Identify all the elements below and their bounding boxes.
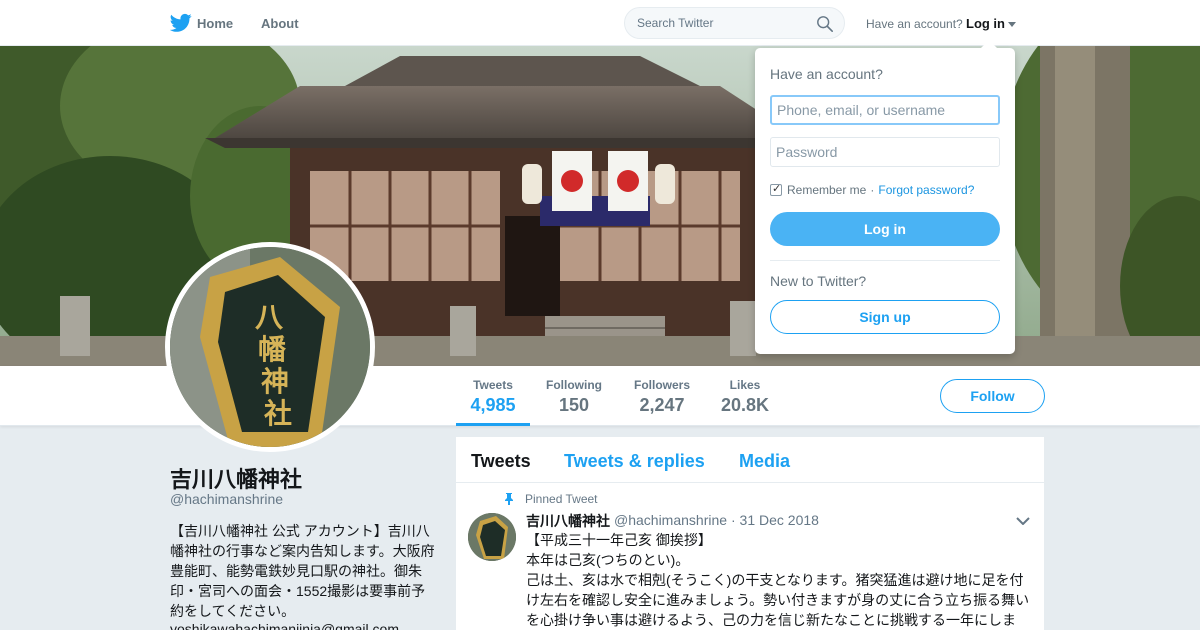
caret-down-icon (1008, 22, 1016, 28)
new-to-twitter-label: New to Twitter? (770, 273, 867, 289)
remember-me-checkbox[interactable] (770, 182, 782, 196)
password-field[interactable] (770, 137, 1000, 167)
profile-email: yoshikawahachimanjinja@gmail.com (170, 621, 399, 630)
stat-tweets-label: Tweets (473, 378, 513, 392)
svg-text:神: 神 (261, 365, 289, 398)
active-tab-underline (456, 423, 530, 426)
tab-tweets[interactable]: Tweets (471, 451, 531, 472)
top-nav: Home About Search Twitter Have an accoun… (0, 0, 1200, 46)
chevron-down-icon[interactable] (1016, 517, 1030, 525)
tweet-line: 【平成三十一年己亥 御挨拶】 (526, 532, 712, 548)
stat-likes[interactable]: Likes 20.8K (720, 378, 770, 416)
login-dropdown-toggle[interactable]: Log in (966, 16, 1016, 31)
remember-row: Remember me · Forgot password? (770, 182, 974, 197)
stat-likes-label: Likes (729, 378, 761, 392)
dropdown-title: Have an account? (770, 66, 883, 82)
stat-followers[interactable]: Followers 2,247 (633, 378, 691, 416)
tweet-author-name[interactable]: 吉川八幡神社 (526, 511, 610, 531)
timeline-tabs: Tweets Tweets & replies Media (456, 437, 1044, 483)
search-input[interactable]: Search Twitter (624, 7, 845, 39)
tweet-line: 己は土、亥は水で相剋(そうこく)の干支となります。猪突猛進は避け地に足を付け左右… (526, 572, 1030, 628)
svg-text:社: 社 (264, 397, 292, 430)
search-placeholder: Search Twitter (637, 16, 714, 30)
separator-dot: · (870, 183, 875, 197)
stat-followers-value: 2,247 (639, 395, 685, 415)
follow-button[interactable]: Follow (940, 379, 1045, 413)
username-field[interactable] (770, 95, 1000, 125)
have-account-label: Have an account? (866, 17, 963, 31)
profile-handle[interactable]: @hachimanshrine (170, 491, 283, 507)
profile-avatar[interactable]: 八 幡 神 社 (165, 242, 375, 452)
tweet-author-handle[interactable]: @hachimanshrine (614, 512, 727, 528)
svg-text:八: 八 (255, 301, 284, 334)
tweet-text: 【平成三十一年己亥 御挨拶】 本年は己亥(つちのとい)。 己は土、亥は水で相剋(… (526, 530, 1034, 630)
stat-following-value: 150 (558, 395, 590, 415)
timeline: Tweets Tweets & replies Media Pinned Twe… (456, 437, 1044, 630)
signup-button[interactable]: Sign up (770, 300, 1000, 334)
profile-name[interactable]: 吉川八幡神社 (170, 462, 302, 494)
search-icon[interactable] (816, 15, 834, 33)
pin-icon (505, 493, 513, 505)
login-dropdown: Have an account? Remember me · Forgot pa… (755, 40, 1015, 354)
login-link-label: Log in (966, 16, 1005, 31)
svg-text:幡: 幡 (258, 333, 287, 366)
divider (770, 260, 1000, 261)
stat-following-label: Following (546, 378, 602, 392)
stat-tweets[interactable]: Tweets 4,985 (470, 378, 516, 416)
remember-me-label[interactable]: Remember me (787, 183, 866, 197)
login-button[interactable]: Log in (770, 212, 1000, 246)
profile-bio: 【吉川八幡神社 公式 アカウント】吉川八幡神社の行事など案内告知します。大阪府豊… (170, 523, 435, 619)
tweet-avatar[interactable] (468, 513, 516, 561)
tweet-line: 本年は己亥(つちのとい)。 (526, 552, 690, 568)
pinned-tweet-label: Pinned Tweet (525, 492, 598, 506)
stat-following[interactable]: Following 150 (545, 378, 603, 416)
twitter-bird-icon[interactable] (170, 13, 192, 33)
forgot-password-link[interactable]: Forgot password? (878, 183, 974, 197)
stat-followers-label: Followers (633, 378, 690, 392)
stat-likes-value: 20.8K (720, 395, 770, 415)
tweet-date[interactable]: · 31 Dec 2018 (731, 512, 819, 528)
tab-media[interactable]: Media (739, 451, 790, 472)
nav-about-link[interactable]: About (261, 16, 299, 31)
tab-tweets-replies[interactable]: Tweets & replies (564, 451, 705, 472)
stat-tweets-value: 4,985 (470, 395, 516, 415)
nav-home-link[interactable]: Home (197, 16, 233, 31)
